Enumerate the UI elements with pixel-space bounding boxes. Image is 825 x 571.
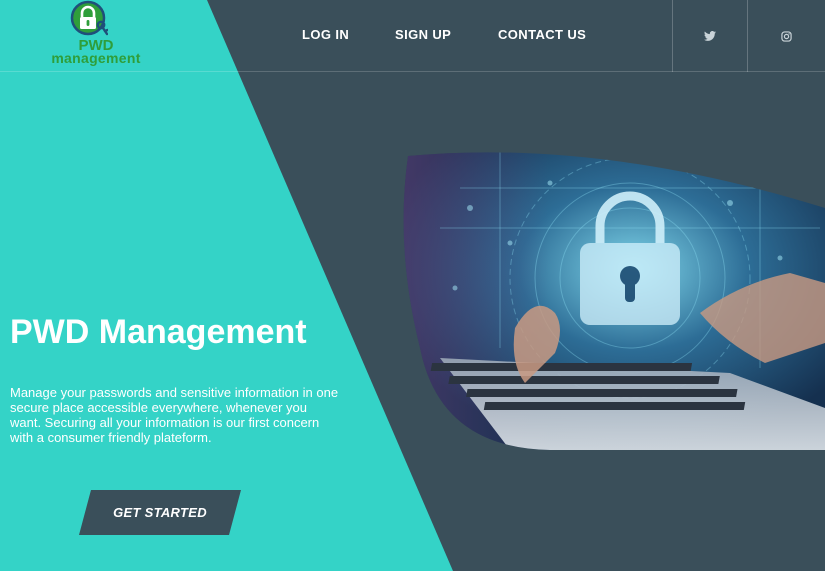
twitter-link[interactable]: [672, 0, 747, 72]
get-started-button[interactable]: GET STARTED: [79, 490, 241, 535]
padlock-key-icon: [70, 0, 108, 36]
site-header: PWD management LOG IN SIGN UP CONTACT US: [0, 0, 825, 72]
hero-title: PWD Management: [10, 313, 307, 351]
hero-image-padlock-laptop: [400, 148, 825, 450]
nav-signup-link[interactable]: SIGN UP: [395, 27, 451, 42]
nav-contact-link[interactable]: CONTACT US: [498, 27, 586, 42]
nav-login-link[interactable]: LOG IN: [302, 27, 349, 42]
padlock-laptop-image: [400, 148, 825, 450]
instagram-link[interactable]: [747, 0, 825, 72]
instagram-icon: [781, 30, 792, 42]
hero-description: Manage your passwords and sensitive info…: [10, 385, 339, 445]
get-started-label: GET STARTED: [113, 505, 207, 520]
logo-text-management: management: [51, 50, 141, 66]
twitter-icon: [704, 31, 716, 41]
site-logo[interactable]: PWD management: [40, 0, 152, 68]
